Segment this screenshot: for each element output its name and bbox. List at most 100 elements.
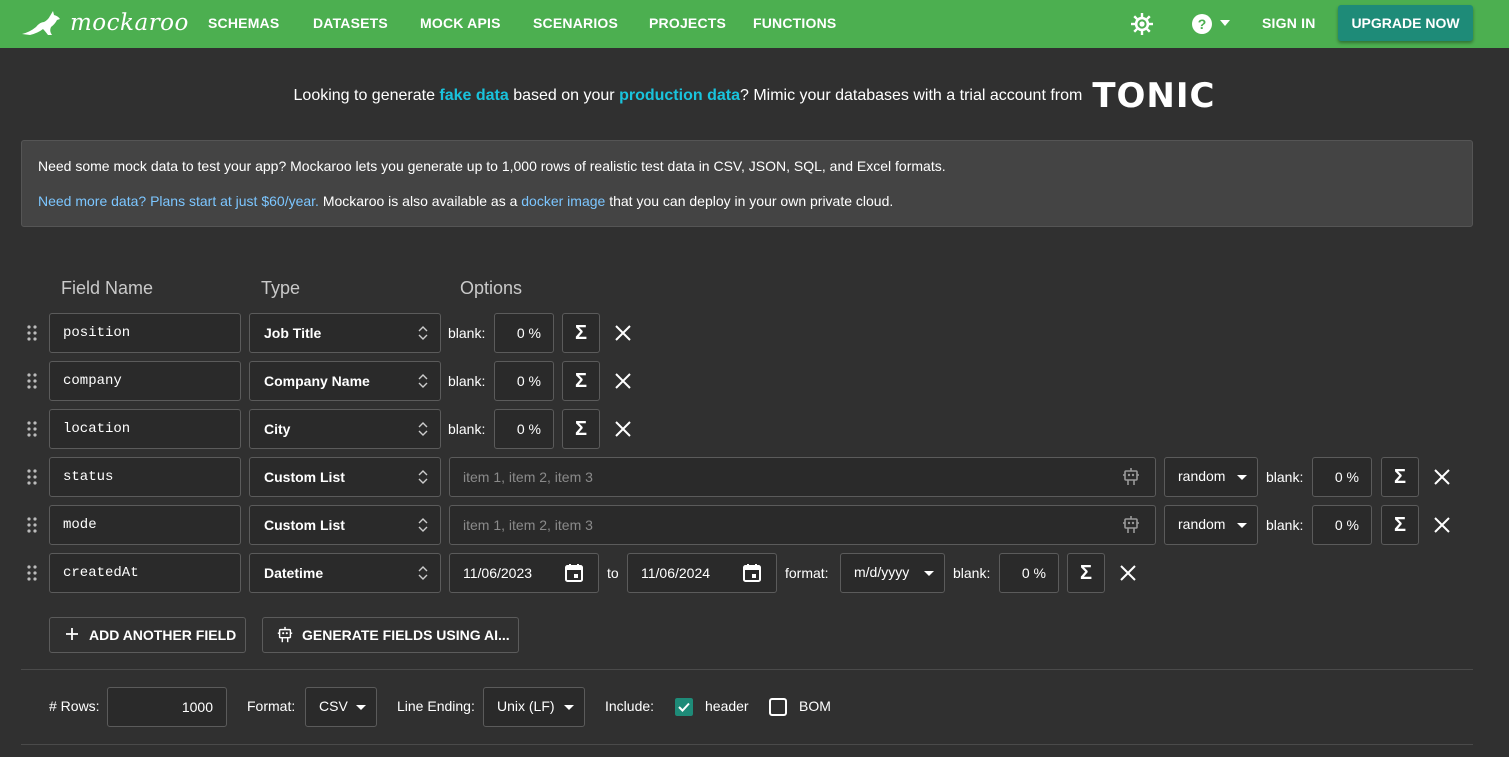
custom-list-input[interactable]: item 1, item 2, item 3 [449, 505, 1156, 545]
nav-scenarios[interactable]: SCENARIOS [533, 0, 618, 48]
drag-handle-icon[interactable] [27, 517, 37, 533]
upgrade-button[interactable]: UPGRADE NOW [1338, 5, 1473, 41]
calendar-icon[interactable] [742, 563, 762, 583]
blank-label: blank: [953, 565, 991, 581]
blank-label: blank: [1266, 517, 1304, 533]
field-type-select[interactable]: Datetime [249, 553, 441, 593]
info-text-2: Mockaroo is also available as a [318, 193, 522, 209]
field-type-label: Custom List [264, 469, 345, 485]
field-name-input[interactable]: location [49, 409, 241, 449]
info-text-3: that you can deploy in your own private … [605, 193, 894, 209]
nav-functions[interactable]: FUNCTIONS [753, 0, 836, 48]
drag-handle-icon[interactable] [27, 373, 37, 389]
blank-percent-input[interactable]: 0 % [1312, 505, 1372, 545]
sigma-button[interactable]: Σ [1067, 553, 1105, 593]
robot-icon[interactable] [1121, 467, 1141, 487]
blank-label: blank: [448, 373, 486, 389]
updown-icon [418, 566, 428, 580]
remove-field-icon[interactable] [614, 372, 632, 390]
date-from-input[interactable]: 11/06/2023 [449, 553, 599, 593]
date-to-input[interactable]: 11/06/2024 [627, 553, 777, 593]
format-label: format: [785, 565, 829, 581]
nav-datasets[interactable]: DATASETS [313, 0, 388, 48]
tonic-logo[interactable]: TONIC [1092, 79, 1215, 113]
remove-field-icon[interactable] [614, 324, 632, 342]
line-ending-label: Line Ending: [397, 698, 475, 714]
blank-label: blank: [448, 325, 486, 341]
field-row: position Job Title blank: 0 % Σ [0, 313, 1509, 353]
field-type-select[interactable]: Company Name [249, 361, 441, 401]
remove-field-icon[interactable] [614, 420, 632, 438]
list-order-select[interactable]: random [1164, 505, 1258, 545]
sign-in-link[interactable]: SIGN IN [1262, 0, 1316, 48]
divider [21, 669, 1473, 670]
field-name-input[interactable]: mode [49, 505, 241, 545]
nav-mock-apis[interactable]: MOCK APIS [420, 0, 501, 48]
drag-handle-icon[interactable] [27, 469, 37, 485]
field-name-input[interactable]: status [49, 457, 241, 497]
field-type-select[interactable]: Custom List [249, 505, 441, 545]
top-nav: mockaroo SCHEMAS DATASETS MOCK APIS SCEN… [0, 0, 1509, 48]
brand-logo[interactable]: mockaroo [20, 8, 189, 38]
blank-percent-input[interactable]: 0 % [999, 553, 1059, 593]
list-order-value: random [1178, 516, 1226, 532]
sigma-button[interactable]: Σ [562, 361, 600, 401]
header-checkbox[interactable] [675, 698, 693, 716]
generate-fields-ai-button[interactable]: GENERATE FIELDS USING AI... [262, 617, 519, 653]
plans-link[interactable]: Need more data? Plans start at just $60/… [38, 193, 319, 209]
header-checkbox-label: header [705, 698, 749, 714]
date-to-value: 11/06/2024 [641, 565, 711, 581]
field-type-select[interactable]: Custom List [249, 457, 441, 497]
drag-handle-icon[interactable] [27, 565, 37, 581]
kangaroo-icon [22, 11, 60, 35]
drag-handle-icon[interactable] [27, 421, 37, 437]
blank-percent-input[interactable]: 0 % [494, 361, 554, 401]
field-type-label: Custom List [264, 517, 345, 533]
blank-percent-input[interactable]: 0 % [1312, 457, 1372, 497]
line-ending-select[interactable]: Unix (LF) [483, 687, 585, 727]
robot-icon[interactable] [1121, 515, 1141, 535]
remove-field-icon[interactable] [1433, 516, 1451, 534]
blank-percent-input[interactable]: 0 % [494, 409, 554, 449]
rows-input[interactable]: 1000 [107, 687, 227, 727]
nav-schemas[interactable]: SCHEMAS [208, 0, 279, 48]
field-row: location City blank: 0 % Σ [0, 409, 1509, 449]
help-icon[interactable]: ? [1190, 12, 1214, 36]
remove-field-icon[interactable] [1433, 468, 1451, 486]
sigma-button[interactable]: Σ [562, 409, 600, 449]
drag-handle-icon[interactable] [27, 325, 37, 341]
rows-label: # Rows: [49, 698, 100, 714]
format-value: CSV [319, 698, 348, 714]
remove-field-icon[interactable] [1119, 564, 1137, 582]
calendar-icon[interactable] [564, 563, 584, 583]
header-type: Type [261, 278, 301, 298]
format-select[interactable]: CSV [305, 687, 377, 727]
sigma-button[interactable]: Σ [562, 313, 600, 353]
field-name-input[interactable]: createdAt [49, 553, 241, 593]
updown-icon [418, 422, 428, 436]
header-field-name: Field Name [61, 278, 154, 298]
nav-projects[interactable]: PROJECTS [649, 0, 726, 48]
sigma-button[interactable]: Σ [1381, 457, 1419, 497]
blank-percent-input[interactable]: 0 % [494, 313, 554, 353]
sigma-button[interactable]: Σ [1381, 505, 1419, 545]
field-type-select[interactable]: City [249, 409, 441, 449]
custom-list-input[interactable]: item 1, item 2, item 3 [449, 457, 1156, 497]
list-order-select[interactable]: random [1164, 457, 1258, 497]
date-format-select[interactable]: m/d/yyyy [840, 553, 945, 593]
add-another-field-button[interactable]: ADD ANOTHER FIELD [49, 617, 246, 653]
field-name-input[interactable]: company [49, 361, 241, 401]
tonic-banner[interactable]: Looking to generate fake data based on y… [0, 79, 1509, 113]
field-type-select[interactable]: Job Title [249, 313, 441, 353]
help-dropdown-icon[interactable] [1220, 20, 1230, 26]
custom-list-placeholder: item 1, item 2, item 3 [463, 469, 593, 485]
bom-checkbox[interactable] [769, 698, 787, 716]
field-row: status Custom List item 1, item 2, item … [0, 457, 1509, 497]
field-name-input[interactable]: position [49, 313, 241, 353]
docker-image-link[interactable]: docker image [521, 193, 605, 209]
caret-down-icon [924, 571, 934, 576]
generate-fields-ai-label: GENERATE FIELDS USING AI... [302, 627, 510, 643]
field-row: createdAt Datetime 11/06/2023 to 11/06/2… [0, 553, 1509, 593]
caret-down-icon [356, 705, 366, 710]
theme-icon[interactable] [1130, 12, 1154, 36]
